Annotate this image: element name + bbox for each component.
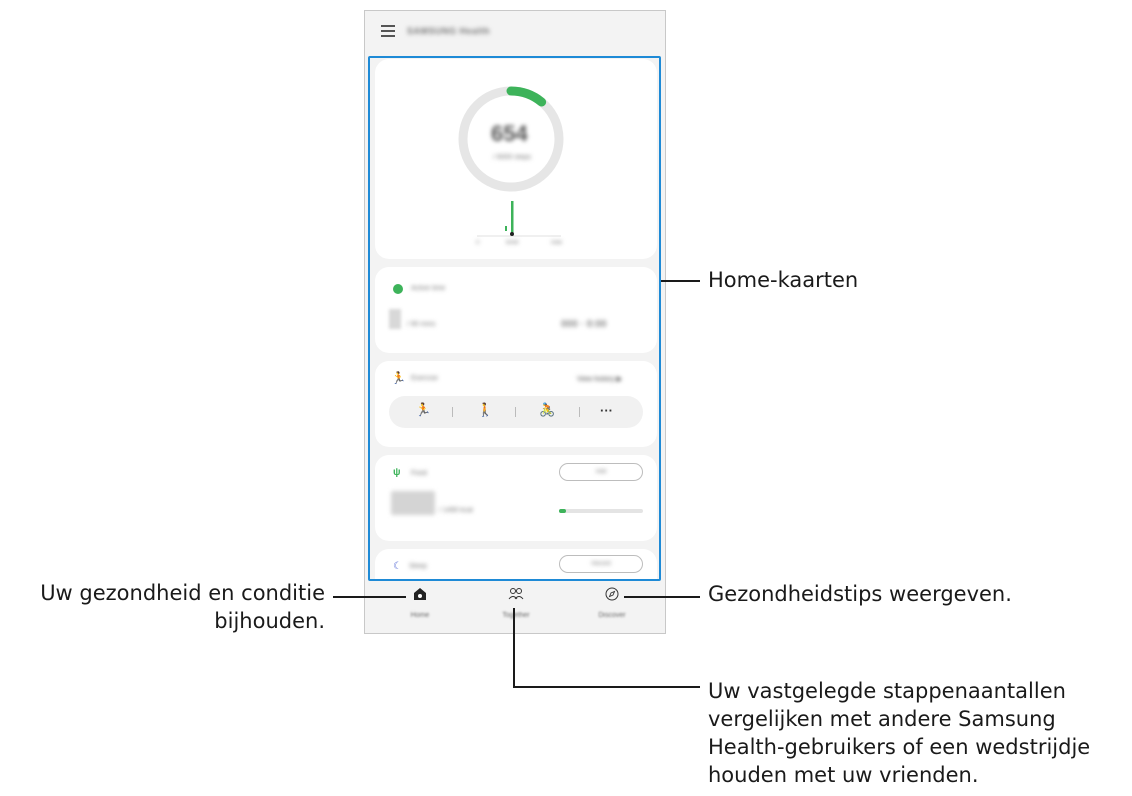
callout-compare-line4: houden met uw vrienden. [708,763,979,787]
app-bar: SAMSUNG Health [365,11,665,55]
people-icon [508,588,524,600]
fork-knife-icon: ψ [393,467,401,478]
compass-icon [605,587,619,601]
food-add-button[interactable]: Add [559,463,643,481]
sleep-record-button[interactable]: Record [559,555,643,573]
home-icon [414,588,426,600]
nav-together[interactable]: Together [481,587,551,619]
run-shortcut-icon[interactable]: 🏃 [415,402,431,418]
exercise-card[interactable]: 🏃 Exercise View history ▶ 🏃 🚶 🚴 ··· [375,361,657,447]
phone-screen: SAMSUNG Health 654 / 6000 steps 0 6AM no… [364,10,666,634]
nav-together-label: Together [502,612,530,619]
active-time-title: Active time [411,285,446,292]
callout-track-line1: Uw gezondheid en conditie [40,581,325,605]
callout-compare-line2: vergelijken met andere Samsung [708,707,1056,731]
chart-label-start: 0 [476,240,480,246]
menu-icon[interactable] [381,25,395,37]
active-time-card[interactable]: Active time / 90 mins 000 · 0:00 [375,267,657,353]
view-history-link[interactable]: View history ▶ [577,375,622,383]
food-value-block [391,491,435,515]
food-value: / 1490 kcal [439,507,473,514]
running-icon: 🏃 [391,371,406,385]
food-add-label: Add [595,469,607,475]
chart-label-mid: 6AM [506,240,519,246]
food-card[interactable]: ψ Food Add / 1490 kcal [375,455,657,541]
sleep-record-label: Record [591,561,611,567]
callout-compare-line1: Uw vastgelegde stappenaantallen [708,679,1066,703]
more-shortcut-icon[interactable]: ··· [600,403,613,418]
active-time-bar [389,309,401,329]
active-time-extra: 000 · 0:00 [561,319,607,330]
leader-home-cards [661,280,700,282]
callout-tips: Gezondheidstips weergeven. [708,582,1012,606]
cycle-shortcut-icon[interactable]: 🚴 [539,402,555,418]
callout-compare-line3: Health-gebruikers of een wedstrijdje [708,735,1091,759]
view-history-label: View history ▶ [577,376,622,383]
food-progress-fill [559,509,566,513]
active-time-value: / 90 mins [407,321,436,328]
app-title: SAMSUNG Health [407,26,491,36]
clock-icon [393,284,403,294]
moon-icon: ☾ [393,561,402,572]
leader-compare-vertical [513,608,515,687]
callout-home-cards: Home-kaarten [708,268,859,292]
leader-tips [624,596,700,598]
steps-count: 654 [491,121,528,146]
leader-track [333,596,406,598]
callout-track: Uw gezondheid en conditie bijhouden. [0,579,325,635]
nav-discover-label: Discover [598,612,626,619]
callout-compare: Uw vastgelegde stappenaantallen vergelij… [708,677,1090,789]
leader-compare-horizontal [513,686,700,688]
steps-chart-bar [511,201,514,234]
food-title: Food [411,470,427,477]
exercise-title: Exercise [411,375,438,382]
callout-track-line2: bijhouden. [214,609,325,633]
steps-card[interactable]: 654 / 6000 steps 0 6AM now [375,59,657,259]
food-progress-track [559,509,643,513]
walk-shortcut-icon[interactable]: 🚶 [477,402,493,418]
bottom-nav: Home Together Discover [365,579,665,633]
nav-home[interactable]: Home [385,587,455,619]
sleep-title: Sleep [409,563,427,570]
nav-discover[interactable]: Discover [577,587,647,619]
exercise-shortcuts: 🏃 🚶 🚴 ··· [389,396,643,428]
chart-label-end: now [551,240,563,246]
nav-home-label: Home [410,612,430,619]
steps-goal: / 6000 steps [493,154,532,161]
